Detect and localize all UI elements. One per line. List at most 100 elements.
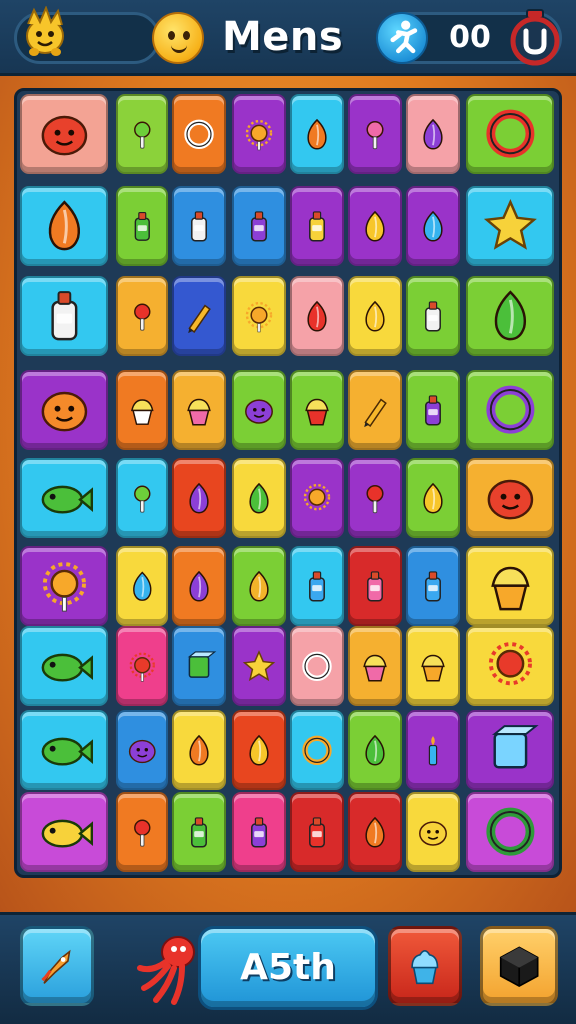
tile[interactable] (20, 186, 108, 266)
tile[interactable] (116, 186, 168, 266)
tile[interactable] (406, 458, 460, 538)
tile[interactable] (406, 626, 460, 706)
mascot-icon[interactable] (20, 6, 70, 58)
tile[interactable] (20, 276, 108, 356)
orange-pencil-icon (364, 398, 387, 427)
timer-icon[interactable] (508, 8, 562, 66)
tile[interactable] (232, 626, 286, 706)
purple-capsule-icon (189, 482, 209, 514)
green-robot-icon (187, 651, 217, 678)
level-button[interactable]: A5th (198, 926, 378, 1010)
tile[interactable] (466, 626, 554, 706)
orange-shell-small-icon (189, 734, 209, 766)
tile[interactable] (348, 710, 402, 790)
smiley-eye (183, 31, 190, 40)
tile[interactable] (20, 370, 108, 450)
tile[interactable] (172, 458, 226, 538)
yellow-starburst-icon (242, 649, 276, 681)
tile[interactable] (172, 370, 226, 450)
tile[interactable] (466, 186, 554, 266)
tile[interactable] (232, 370, 286, 450)
tile[interactable] (20, 546, 108, 626)
pink-dessert-icon (363, 654, 387, 682)
tile[interactable] (116, 458, 168, 538)
tile[interactable] (232, 792, 286, 872)
tile[interactable] (406, 186, 460, 266)
tile[interactable] (466, 792, 554, 872)
tile[interactable] (172, 626, 226, 706)
tile[interactable] (116, 276, 168, 356)
smiley-mouth (171, 44, 187, 53)
tile[interactable] (406, 792, 460, 872)
tile[interactable] (290, 458, 344, 538)
tile[interactable] (406, 276, 460, 356)
red-berry-icon (366, 484, 384, 513)
tile[interactable] (116, 94, 168, 174)
tile[interactable] (116, 546, 168, 626)
tile[interactable] (116, 370, 168, 450)
tile[interactable] (172, 710, 226, 790)
tile[interactable] (406, 370, 460, 450)
tile[interactable] (290, 370, 344, 450)
tile[interactable] (406, 546, 460, 626)
tile[interactable] (348, 546, 402, 626)
tile[interactable] (466, 370, 554, 450)
tile[interactable] (290, 792, 344, 872)
octopus-icon[interactable] (134, 928, 204, 1006)
runner-icon[interactable] (376, 12, 428, 64)
tile[interactable] (290, 276, 344, 356)
orange-face-icon (41, 392, 87, 432)
cupcake-button[interactable] (388, 926, 462, 1006)
tile[interactable] (348, 186, 402, 266)
tile[interactable] (172, 792, 226, 872)
tile[interactable] (172, 276, 226, 356)
tile[interactable] (290, 710, 344, 790)
red-dessert-icon (305, 398, 329, 426)
tile[interactable] (172, 186, 226, 266)
milk-carton-icon (191, 211, 207, 242)
tile[interactable] (20, 626, 108, 706)
tile[interactable] (406, 710, 460, 790)
tile[interactable] (290, 94, 344, 174)
purple-potion-icon (251, 211, 267, 242)
tile[interactable] (232, 276, 286, 356)
tile[interactable] (172, 546, 226, 626)
tile[interactable] (116, 710, 168, 790)
rocket-button[interactable] (20, 926, 94, 1006)
tile[interactable] (290, 546, 344, 626)
tile[interactable] (348, 370, 402, 450)
tile[interactable] (348, 458, 402, 538)
tile[interactable] (20, 458, 108, 538)
cube-button[interactable] (480, 926, 558, 1006)
tile[interactable] (20, 94, 108, 174)
tile[interactable] (20, 710, 108, 790)
tile[interactable] (20, 792, 108, 872)
tile[interactable] (290, 186, 344, 266)
purple-pod-icon (189, 570, 209, 602)
sun-lollipop-icon (245, 119, 273, 150)
tile[interactable] (232, 710, 286, 790)
tile[interactable] (116, 626, 168, 706)
tile[interactable] (466, 94, 554, 174)
green-swirl-icon (485, 807, 535, 857)
tile[interactable] (348, 626, 402, 706)
jar-icon (425, 301, 441, 332)
orange-flame-icon (365, 816, 385, 848)
tile[interactable] (232, 546, 286, 626)
tile[interactable] (232, 186, 286, 266)
tile[interactable] (232, 94, 286, 174)
tile[interactable] (348, 94, 402, 174)
tile[interactable] (172, 94, 226, 174)
white-mask-icon (130, 398, 154, 425)
swirl-badge-icon (485, 109, 535, 159)
tile[interactable] (466, 458, 554, 538)
tile[interactable] (348, 276, 402, 356)
tile[interactable] (232, 458, 286, 538)
tile[interactable] (466, 276, 554, 356)
tile[interactable] (116, 792, 168, 872)
tile[interactable] (406, 94, 460, 174)
tile[interactable] (466, 546, 554, 626)
tile[interactable] (290, 626, 344, 706)
tile[interactable] (348, 792, 402, 872)
tile[interactable] (466, 710, 554, 790)
